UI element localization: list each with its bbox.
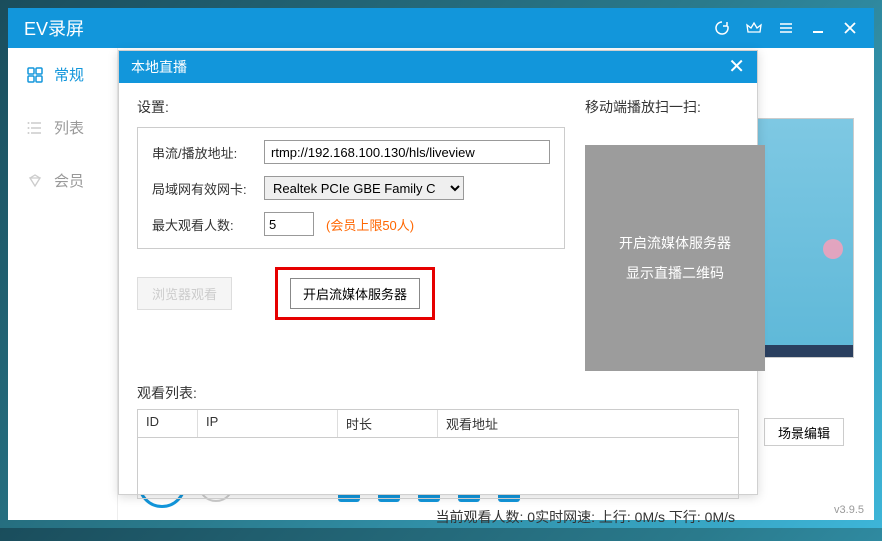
minimize-icon[interactable] — [810, 20, 826, 36]
col-url: 观看地址 — [438, 410, 738, 437]
refresh-icon[interactable] — [714, 20, 730, 36]
nic-select[interactable]: Realtek PCIe GBE Family C — [264, 176, 464, 200]
window-controls — [714, 20, 858, 36]
grid-icon — [26, 66, 44, 84]
app-title: EV录屏 — [24, 15, 714, 41]
stream-url-label: 串流/播放地址: — [152, 143, 256, 162]
titlebar: EV录屏 — [8, 8, 874, 48]
watch-table-header: ID IP 时长 观看地址 — [138, 410, 738, 438]
qr-text-2: 显示直播二维码 — [626, 263, 724, 283]
watch-list-label: 观看列表: — [137, 383, 739, 403]
watch-table: ID IP 时长 观看地址 — [137, 409, 739, 499]
menu-icon[interactable] — [778, 20, 794, 36]
stream-url-input[interactable] — [264, 140, 550, 164]
qr-text-1: 开启流媒体服务器 — [619, 233, 731, 253]
start-server-button[interactable]: 开启流媒体服务器 — [290, 278, 420, 309]
limit-note: (会员上限50人) — [326, 215, 414, 234]
settings-box: 串流/播放地址: 局域网有效网卡: Realtek PCIe GBE Famil… — [137, 127, 565, 249]
qr-placeholder: 开启流媒体服务器 显示直播二维码 — [585, 145, 765, 371]
sidebar-label: 常规 — [54, 64, 84, 85]
dialog-title: 本地直播 — [131, 57, 728, 77]
dialog-body: 设置: 串流/播放地址: 局域网有效网卡: Realtek PCIe GBE F… — [119, 83, 757, 541]
sidebar: 常规 列表 会员 — [8, 48, 118, 520]
col-id: ID — [138, 410, 198, 437]
sidebar-item-member[interactable]: 会员 — [8, 154, 117, 207]
footer-stats: 当前观看人数: 0实时网速: 上行: 0M/s 下行: 0M/s — [137, 507, 739, 527]
list-icon — [26, 119, 44, 137]
max-viewers-input[interactable] — [264, 212, 314, 236]
nic-label: 局域网有效网卡: — [152, 179, 256, 198]
browser-view-button: 浏览器观看 — [137, 277, 232, 310]
settings-label: 设置: — [137, 97, 565, 117]
version-label: v3.9.5 — [834, 504, 864, 516]
qr-label: 移动端播放扫一扫: — [585, 97, 765, 117]
preview-taskbar — [755, 345, 853, 357]
local-stream-dialog: 本地直播 ✕ 设置: 串流/播放地址: 局域网有效网卡: Realtek PCI… — [118, 50, 758, 495]
col-duration: 时长 — [338, 410, 438, 437]
preview-graphic — [823, 239, 843, 259]
crown-icon[interactable] — [746, 20, 762, 36]
scene-edit-button[interactable]: 场景编辑 — [764, 418, 844, 446]
highlight-box: 开启流媒体服务器 — [275, 267, 435, 320]
max-viewers-label: 最大观看人数: — [152, 215, 256, 234]
dialog-close-icon[interactable]: ✕ — [728, 57, 745, 77]
sidebar-item-general[interactable]: 常规 — [8, 48, 117, 101]
diamond-icon — [26, 172, 44, 190]
sidebar-label: 列表 — [54, 117, 84, 138]
sidebar-label: 会员 — [54, 170, 84, 191]
preview-panel — [754, 118, 854, 358]
dialog-header: 本地直播 ✕ — [119, 51, 757, 83]
close-icon[interactable] — [842, 20, 858, 36]
col-ip: IP — [198, 410, 338, 437]
sidebar-item-list[interactable]: 列表 — [8, 101, 117, 154]
